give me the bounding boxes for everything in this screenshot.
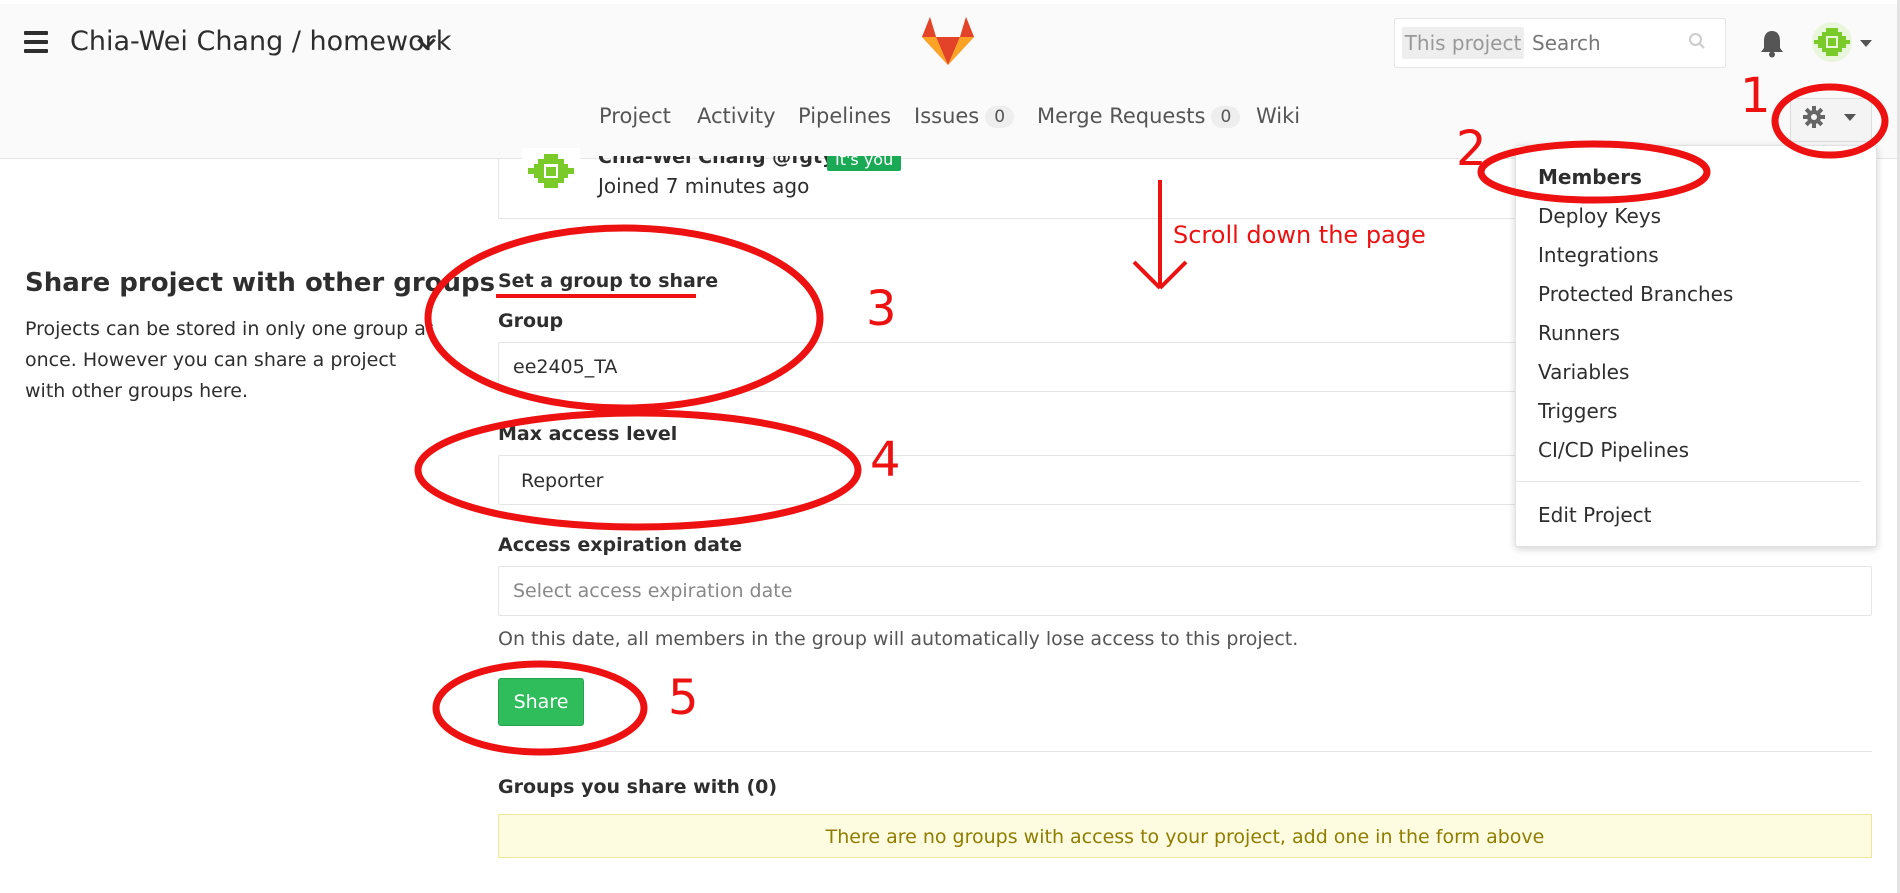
nav-label: Pipelines — [798, 104, 892, 128]
annotation-number-2: 2 — [1456, 121, 1487, 177]
nav-label: Issues — [914, 104, 980, 128]
menu-item-integrations[interactable]: Integrations — [1538, 243, 1659, 267]
menu-item-ci-cd-pipelines[interactable]: CI/CD Pipelines — [1538, 438, 1689, 462]
annotation-number-3: 3 — [866, 281, 897, 337]
expiration-date-input[interactable] — [498, 566, 1872, 616]
menu-item-deploy-keys[interactable]: Deploy Keys — [1538, 204, 1661, 228]
nav-issues[interactable]: Issues 0 — [914, 104, 1015, 128]
no-groups-alert: There are no groups with access to your … — [498, 814, 1872, 858]
caret-down-icon[interactable] — [1844, 114, 1856, 121]
member-avatar — [522, 148, 580, 198]
merge-requests-count-badge: 0 — [1211, 106, 1241, 128]
annotation-number-4: 4 — [870, 432, 901, 488]
menu-divider — [1515, 481, 1861, 482]
share-section-title: Share project with other groups — [25, 268, 496, 298]
search-scope-badge[interactable]: This project — [1402, 27, 1524, 59]
header-top-edge — [0, 0, 1900, 4]
nav-wiki[interactable]: Wiki — [1256, 104, 1300, 128]
expiration-date-label: Access expiration date — [498, 534, 742, 556]
menu-item-variables[interactable]: Variables — [1538, 360, 1629, 384]
menu-item-edit-project[interactable]: Edit Project — [1538, 503, 1652, 527]
nav-project[interactable]: Project — [599, 104, 671, 128]
project-breadcrumb[interactable]: Chia-Wei Chang / homework — [70, 26, 451, 57]
share-section-description: Projects can be stored in only one group… — [25, 318, 434, 402]
access-level-label: Max access level — [498, 423, 678, 445]
group-label: Group — [498, 310, 564, 332]
nav-label: Wiki — [1256, 104, 1301, 128]
issues-count-badge: 0 — [985, 106, 1015, 128]
nav-merge-requests[interactable]: Merge Requests 0 — [1037, 104, 1241, 128]
gear-icon[interactable] — [1802, 105, 1826, 129]
scroll-down-note: Scroll down the page — [1173, 221, 1426, 249]
search-icon[interactable] — [1688, 32, 1706, 50]
menu-item-runners[interactable]: Runners — [1538, 321, 1620, 345]
hamburger-menu-icon[interactable] — [24, 31, 48, 53]
annotation-number-5: 5 — [668, 670, 699, 726]
bell-icon[interactable] — [1758, 28, 1786, 58]
nav-label: Merge Requests — [1037, 104, 1206, 128]
menu-item-protected-branches[interactable]: Protected Branches — [1538, 282, 1733, 306]
annotation-number-1: 1 — [1740, 68, 1771, 124]
divider — [498, 751, 1872, 752]
menu-item-members[interactable]: Members — [1538, 165, 1642, 189]
nav-label: Project — [599, 104, 671, 128]
member-joined-text: Joined 7 minutes ago — [598, 174, 810, 198]
share-button[interactable]: Share — [498, 678, 584, 726]
nav-activity[interactable]: Activity — [697, 104, 776, 128]
shared-groups-title: Groups you share with (0) — [498, 776, 778, 798]
user-avatar[interactable] — [1812, 22, 1852, 62]
expiration-help-text: On this date, all members in the group w… — [498, 628, 1299, 650]
nav-pipelines[interactable]: Pipelines — [798, 104, 891, 128]
form-section-heading: Set a group to share — [498, 270, 719, 292]
gitlab-logo-icon[interactable] — [920, 15, 976, 67]
menu-item-triggers[interactable]: Triggers — [1538, 399, 1617, 423]
nav-label: Activity — [697, 104, 776, 128]
search-input[interactable] — [1530, 24, 1684, 62]
caret-down-icon[interactable] — [1860, 40, 1872, 47]
